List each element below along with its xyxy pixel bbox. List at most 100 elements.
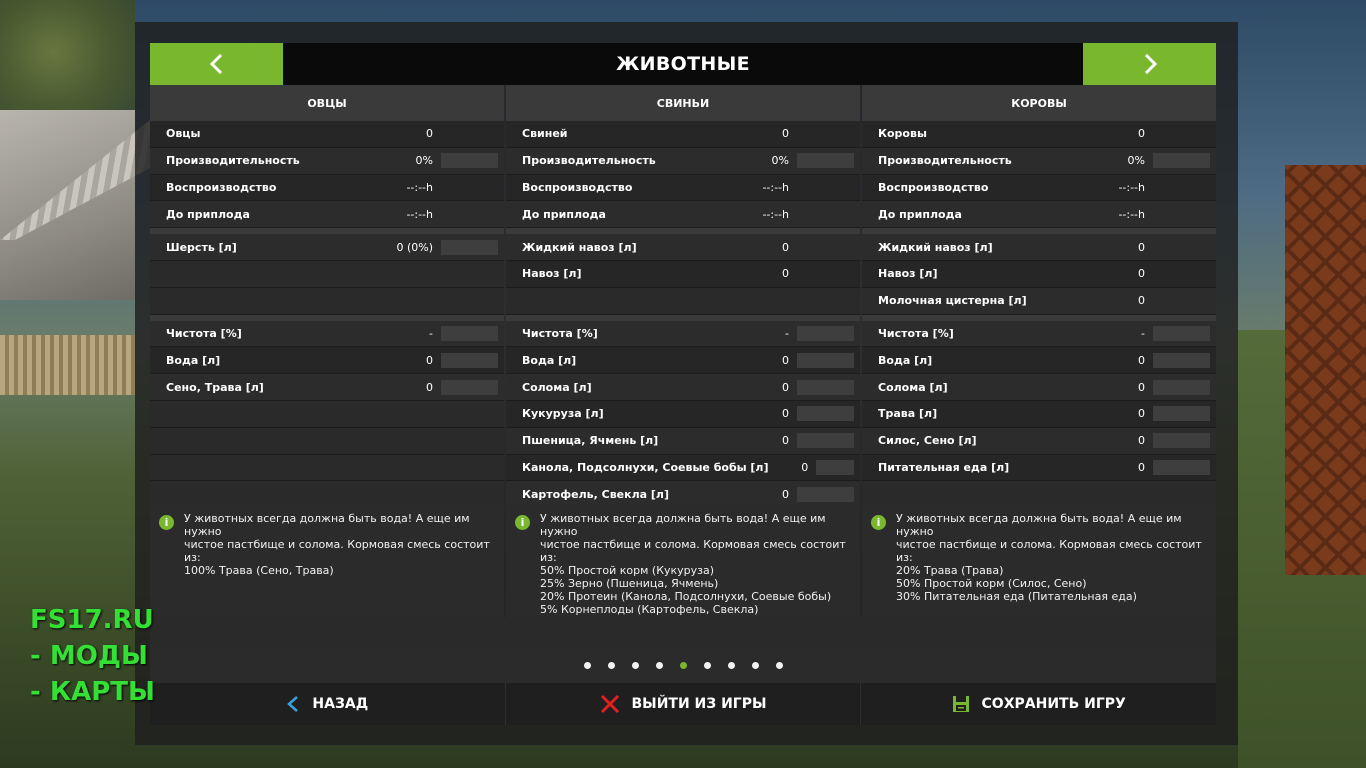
stat-label: Навоз [л]: [522, 267, 582, 281]
feeding-info: i У животных всегда должна быть вода! А е…: [506, 505, 860, 617]
fill-level-bar: [441, 379, 498, 395]
stat-label: Овцы: [166, 127, 201, 141]
stat-label: Коровы: [878, 127, 927, 141]
stat-value: 0: [782, 353, 789, 367]
stat-label: Производительность: [878, 154, 1012, 168]
page-dot[interactable]: [607, 661, 615, 669]
column-title: КОРОВЫ: [862, 85, 1216, 121]
feeding-info-text: У животных всегда должна быть вода! А ещ…: [540, 512, 846, 616]
stat-label: Навоз [л]: [878, 267, 938, 281]
bar-placeholder: [441, 207, 498, 222]
bar-placeholder: [797, 293, 854, 308]
fill-level-bar: [797, 325, 854, 341]
column-sheep: ОВЦЫ Овцы 0 Производительность 0% Воспроизвод…: [150, 85, 504, 617]
stat-value: --:--h: [1118, 180, 1145, 194]
fill-level-bar: [1153, 352, 1210, 368]
column-title: СВИНЬИ: [506, 85, 860, 121]
bar-placeholder: [1153, 293, 1210, 308]
stat-value: 0: [426, 353, 433, 367]
stat-label: Трава [л]: [878, 407, 938, 421]
exit-game-button[interactable]: ВЫЙТИ ИЗ ИГРЫ: [506, 683, 862, 725]
stat-value: 0%: [415, 154, 433, 168]
fill-level-bar: [1153, 406, 1210, 422]
stat-row: [150, 400, 504, 428]
stat-value: 0: [426, 380, 433, 394]
stat-row: Навоз [л] 0: [506, 260, 860, 288]
save-game-button[interactable]: СОХРАНИТЬ ИГРУ: [861, 683, 1216, 725]
stat-value: 0: [1138, 460, 1145, 474]
page-dot-active[interactable]: [679, 661, 687, 669]
stat-row: Свиней 0: [506, 121, 860, 148]
stat-value: 0: [1138, 294, 1145, 308]
bar-placeholder: [441, 460, 498, 475]
info-icon: i: [515, 515, 530, 530]
stat-row: [150, 427, 504, 455]
stat-value: 0: [801, 460, 809, 474]
footer-bar: НАЗАД ВЫЙТИ ИЗ ИГРЫ СОХРАНИТЬ ИГРУ: [150, 683, 1216, 725]
stats-rows: Овцы 0 Производительность 0% Воспроизводство…: [150, 121, 504, 509]
info-icon: i: [871, 515, 886, 530]
exit-label: ВЫЙТИ ИЗ ИГРЫ: [631, 696, 767, 712]
stat-label: Силос, Сено [л]: [878, 434, 977, 448]
bar-placeholder: [441, 266, 498, 281]
stat-value: -: [429, 326, 433, 340]
stat-row: Производительность 0%: [150, 147, 504, 175]
fill-level-bar: [797, 486, 854, 502]
stat-label: Вода [л]: [522, 353, 577, 367]
stat-label: Солома [л]: [878, 380, 948, 394]
stat-row: [150, 287, 504, 315]
stat-label: Воспроизводство: [522, 180, 633, 194]
animal-columns: ОВЦЫ Овцы 0 Производительность 0% Воспроизвод…: [150, 85, 1216, 617]
page-dot[interactable]: [703, 661, 711, 669]
fill-level-bar: [797, 433, 854, 449]
back-button[interactable]: НАЗАД: [150, 683, 506, 725]
stat-row: Воспроизводство --:--h: [862, 174, 1216, 202]
stat-row: Овцы 0: [150, 121, 504, 148]
column-title: ОВЦЫ: [150, 85, 504, 121]
stat-row: Пшеница, Ячмень [л] 0: [506, 427, 860, 455]
fill-level-bar: [441, 352, 498, 368]
stat-label: До приплода: [166, 207, 250, 221]
column-pigs: СВИНЬИ Свиней 0 Производительность 0% Воспрои…: [506, 85, 860, 617]
stat-label: Производительность: [522, 154, 656, 168]
feeding-info: i У животных всегда должна быть вода! А е…: [862, 505, 1216, 617]
stat-label: Кукуруза [л]: [522, 407, 604, 421]
stat-row: Вода [л] 0: [150, 347, 504, 375]
stat-label: Молочная цистерна [л]: [878, 294, 1027, 308]
stat-label: До приплода: [522, 207, 606, 221]
bar-placeholder: [1153, 240, 1210, 255]
fill-level-bar: [797, 406, 854, 422]
feeding-info-text: У животных всегда должна быть вода! А ещ…: [896, 512, 1202, 603]
stat-label: До приплода: [878, 207, 962, 221]
stat-row: Канола, Подсолнухи, Соевые бобы [л] 0: [506, 454, 860, 482]
stat-row: Молочная цистерна [л] 0: [862, 287, 1216, 315]
stat-label: Вода [л]: [166, 353, 221, 367]
stat-row: Воспроизводство --:--h: [150, 174, 504, 202]
page-dot[interactable]: [583, 661, 591, 669]
stat-row: Коровы 0: [862, 121, 1216, 148]
next-page-button[interactable]: [1083, 43, 1216, 85]
page-dot[interactable]: [751, 661, 759, 669]
stat-value: 0: [1138, 240, 1145, 254]
chevron-left-icon: [209, 53, 222, 75]
fill-level-bar: [1153, 153, 1210, 169]
page-dot[interactable]: [775, 661, 783, 669]
stat-row: До приплода --:--h: [862, 201, 1216, 229]
page-dot[interactable]: [631, 661, 639, 669]
page-dot[interactable]: [727, 661, 735, 669]
stat-row: [506, 287, 860, 315]
prev-page-button[interactable]: [150, 43, 283, 85]
stat-row: Вода [л] 0: [862, 347, 1216, 375]
bar-placeholder: [797, 180, 854, 195]
page-dot[interactable]: [655, 661, 663, 669]
fill-level-bar: [797, 352, 854, 368]
bar-placeholder: [441, 433, 498, 448]
background-gazebo: [1285, 165, 1366, 575]
stat-row: Питательная еда [л] 0: [862, 454, 1216, 482]
stat-row: Кукуруза [л] 0: [506, 400, 860, 428]
stat-label: Воспроизводство: [878, 180, 989, 194]
stat-label: Солома [л]: [522, 380, 592, 394]
animals-panel: ЖИВОТНЫЕ ОВЦЫ Овцы 0 Производительность 0% Во…: [150, 43, 1216, 725]
bar-placeholder: [441, 126, 498, 141]
stat-value: 0: [782, 127, 789, 141]
